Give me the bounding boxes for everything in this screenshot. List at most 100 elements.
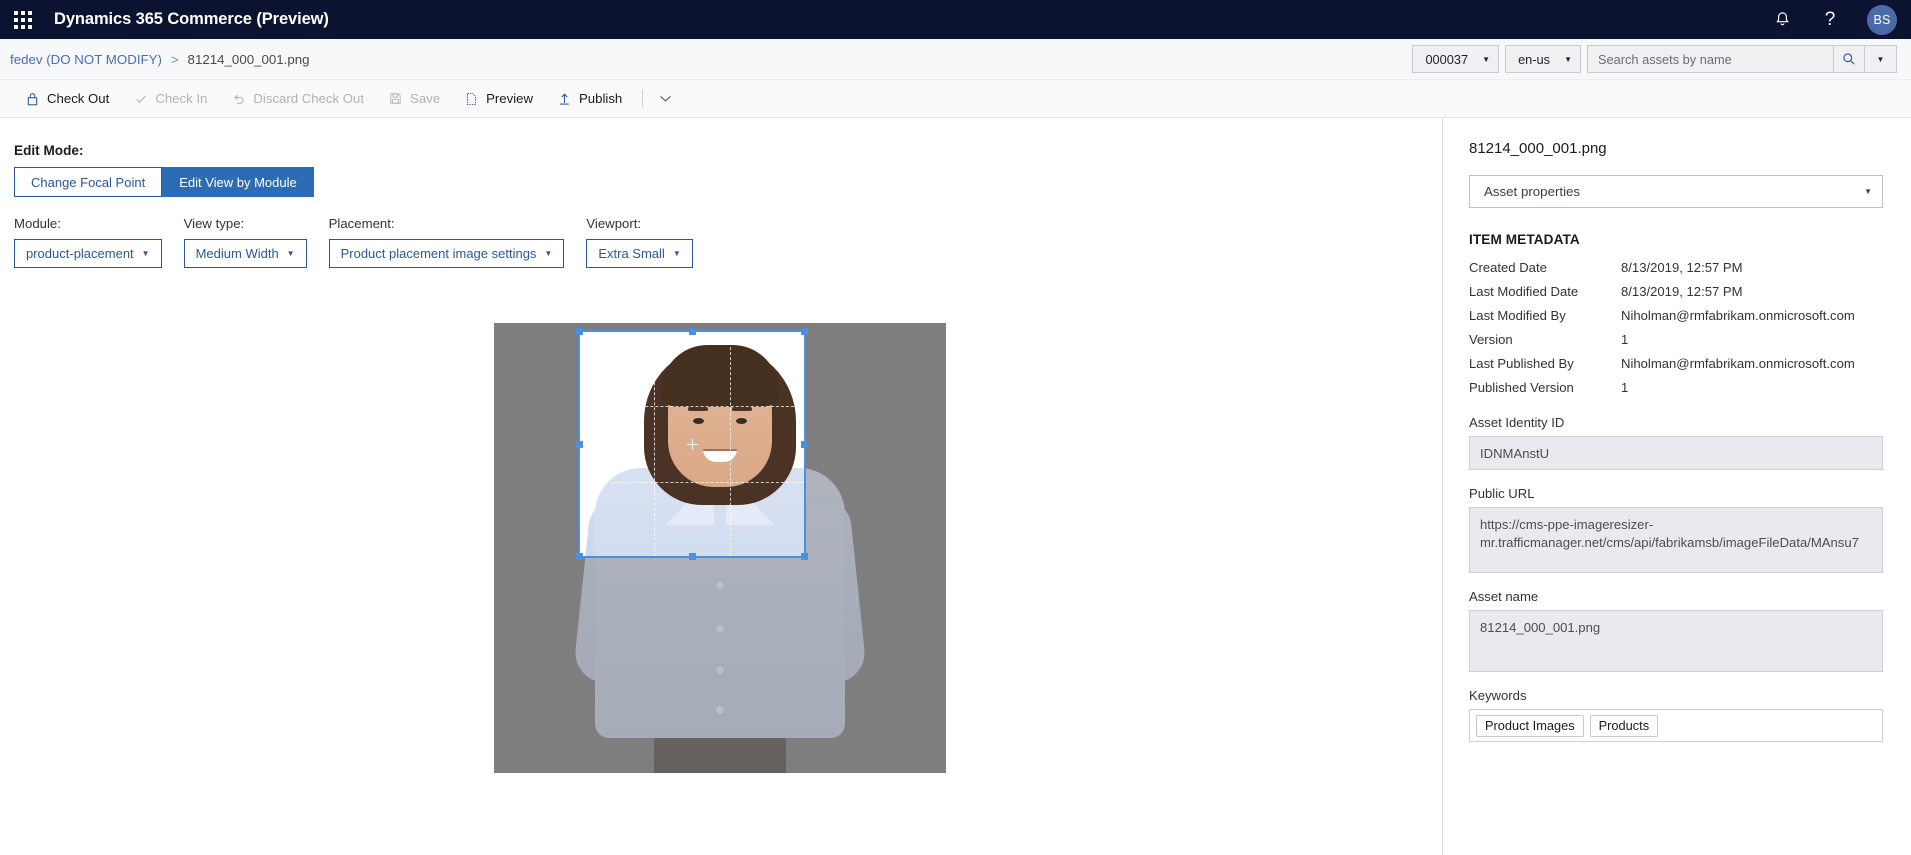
metadata-value: Niholman@rmfabrikam.onmicrosoft.com [1621, 355, 1855, 371]
chevron-down-icon: ▼ [286, 248, 295, 258]
preview-button[interactable]: Preview [453, 84, 544, 114]
change-focal-point-button[interactable]: Change Focal Point [14, 167, 163, 197]
rule-of-thirds-line-h1 [580, 405, 804, 407]
check-out-button[interactable]: Check Out [14, 84, 120, 114]
metadata-value: Niholman@rmfabrikam.onmicrosoft.com [1621, 307, 1855, 323]
preview-label: Preview [486, 91, 533, 106]
crop-selection-box[interactable] [576, 328, 808, 560]
rule-of-thirds-line-h2 [580, 482, 804, 484]
crop-handle-top-right[interactable] [801, 328, 808, 335]
breadcrumb-current: 81214_000_001.png [187, 51, 310, 67]
asset-properties-select-value: Asset properties [1484, 184, 1581, 199]
crop-handle-middle-left[interactable] [576, 440, 583, 448]
metadata-key: Published Version [1469, 379, 1574, 395]
breadcrumb-bar: fedev (DO NOT MODIFY) > 81214_000_001.pn… [0, 39, 1911, 80]
page-body: Edit Mode: Change Focal Point Edit View … [0, 118, 1911, 855]
app-title: Dynamics 365 Commerce (Preview) [54, 10, 329, 28]
app-bar: Dynamics 365 Commerce (Preview) ? BS [0, 0, 1911, 39]
app-launcher-icon[interactable] [10, 7, 36, 33]
page-preview-icon [464, 91, 479, 106]
toolbar-overflow-chevron-down-icon[interactable] [652, 84, 678, 114]
check-out-label: Check Out [47, 91, 110, 106]
discard-check-out-button[interactable]: Discard Check Out [220, 84, 375, 114]
asset-identity-id-label: Asset Identity ID [1469, 415, 1565, 430]
check-in-label: Check In [155, 91, 208, 106]
metadata-key: Last Published By [1469, 355, 1574, 371]
view-type-label: View type: [183, 216, 245, 231]
asset-properties-select[interactable]: Asset properties ▼ [1469, 175, 1883, 208]
breadcrumb-root-link[interactable]: fedev (DO NOT MODIFY) [10, 52, 162, 67]
metadata-value: 8/13/2019, 12:57 PM [1621, 283, 1743, 299]
placement-select[interactable]: Product placement image settings ▼ [328, 239, 565, 268]
crop-handle-top-center[interactable] [688, 328, 696, 335]
keywords-label: Keywords [1469, 688, 1527, 703]
public-url-label: Public URL [1469, 486, 1535, 501]
chevron-down-icon: ▼ [672, 248, 681, 258]
metadata-key: Last Modified Date [1469, 283, 1579, 299]
toolbar-divider [642, 89, 644, 108]
save-label: Save [410, 91, 441, 106]
channel-select[interactable]: 000037 ▼ [1412, 45, 1500, 73]
edit-mode-label: Edit Mode: [14, 143, 84, 158]
search-magnifier-icon[interactable] [1833, 45, 1865, 73]
asset-properties-panel: 81214_000_001.png Asset properties ▼ ITE… [1442, 118, 1911, 855]
focal-point-crosshair-icon[interactable] [686, 438, 698, 450]
placement-select-group: Placement: Product placement image setti… [328, 216, 565, 268]
table-row: Last Published By Niholman@rmfabrikam.on… [1469, 351, 1883, 375]
placement-select-value: Product placement image settings [340, 246, 537, 261]
check-in-button[interactable]: Check In [122, 84, 218, 114]
placement-label: Placement: [328, 216, 395, 231]
crop-handle-top-left[interactable] [576, 328, 583, 335]
lock-icon [25, 91, 40, 106]
crop-handle-bottom-center[interactable] [688, 553, 696, 560]
view-type-select[interactable]: Medium Width ▼ [183, 239, 307, 268]
keywords-field[interactable]: Product Images Products [1469, 709, 1883, 742]
help-glyph: ? [1824, 9, 1836, 30]
crop-handle-bottom-right[interactable] [801, 553, 808, 560]
publish-label: Publish [579, 91, 623, 106]
help-question-icon[interactable]: ? [1819, 9, 1841, 31]
metadata-key: Last Modified By [1469, 307, 1566, 323]
public-url-field[interactable]: https://cms-ppe-imageresizer-mr.trafficm… [1469, 507, 1883, 573]
metadata-value: 1 [1621, 331, 1629, 347]
module-label: Module: [14, 216, 61, 231]
notifications-bell-icon[interactable] [1771, 9, 1793, 31]
module-select[interactable]: product-placement ▼ [14, 239, 162, 268]
chevron-down-icon: ▼ [1564, 54, 1572, 64]
metadata-value: 8/13/2019, 12:57 PM [1621, 259, 1743, 275]
view-type-select-value: Medium Width [195, 246, 279, 261]
chevron-down-icon: ▼ [1864, 187, 1872, 196]
crop-handle-middle-right[interactable] [801, 440, 808, 448]
chevron-down-icon: ▼ [544, 248, 553, 258]
breadcrumb-separator: > [170, 51, 179, 67]
table-row: Version 1 [1469, 327, 1883, 351]
viewport-select[interactable]: Extra Small ▼ [586, 239, 693, 268]
keyword-tag[interactable]: Products [1589, 714, 1659, 737]
avatar[interactable]: BS [1867, 4, 1897, 35]
asset-identity-id-field[interactable]: IDNMAnstU [1469, 436, 1883, 470]
asset-name-label: Asset name [1469, 589, 1539, 604]
edit-view-by-module-button[interactable]: Edit View by Module [162, 167, 314, 197]
app-bar-actions: ? BS [1771, 4, 1897, 35]
publish-button[interactable]: Publish [546, 84, 633, 114]
search-group: ▼ [1587, 45, 1897, 73]
table-row: Last Modified Date 8/13/2019, 12:57 PM [1469, 279, 1883, 303]
metadata-value: 1 [1621, 379, 1629, 395]
checkmark-icon [133, 91, 148, 106]
viewport-label: Viewport: [586, 216, 642, 231]
keyword-tag[interactable]: Product Images [1476, 714, 1584, 737]
viewport-select-value: Extra Small [598, 246, 665, 261]
image-crop-canvas[interactable] [494, 323, 946, 773]
search-options-chevron-down-icon[interactable]: ▼ [1865, 45, 1897, 73]
viewport-select-group: Viewport: Extra Small ▼ [586, 216, 693, 268]
command-toolbar: Check Out Check In Discard Check Out Sav… [0, 80, 1911, 118]
save-button[interactable]: Save [377, 84, 451, 114]
search-input[interactable] [1587, 45, 1833, 73]
asset-name-field[interactable]: 81214_000_001.png [1469, 610, 1883, 672]
breadcrumb-right-controls: 000037 ▼ en-us ▼ ▼ [1412, 45, 1897, 73]
crop-handle-bottom-left[interactable] [576, 553, 583, 560]
locale-select[interactable]: en-us ▼ [1505, 45, 1581, 73]
table-row: Created Date 8/13/2019, 12:57 PM [1469, 255, 1883, 279]
rule-of-thirds-line-v1 [653, 332, 655, 556]
floppy-disk-icon [388, 91, 403, 106]
